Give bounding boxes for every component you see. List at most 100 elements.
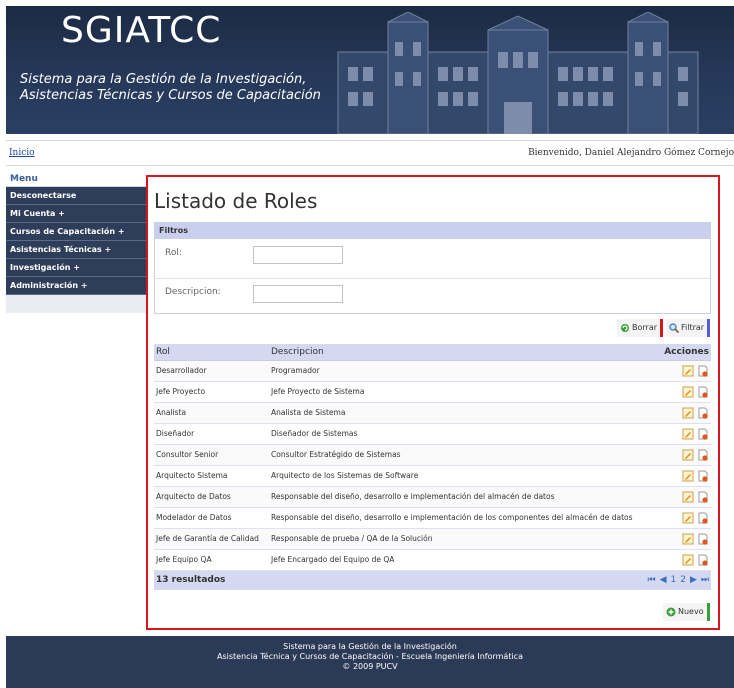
rol-label: Rol: xyxy=(165,248,182,258)
subtitle-line-2: Asistencias Técnicas y Cursos de Capacit… xyxy=(20,88,321,103)
column-header-descripcion[interactable]: Descripcion xyxy=(269,344,642,361)
delete-icon[interactable] xyxy=(697,365,709,377)
cell-rol: Modelador de Datos xyxy=(154,507,269,529)
cell-acciones xyxy=(641,423,711,445)
column-header-acciones: Acciones xyxy=(641,344,711,361)
table-header-row: Rol Descripcion Acciones xyxy=(154,344,711,361)
sidebar: Menu Desconectarse Mi Cuenta + Cursos de… xyxy=(6,172,146,313)
magnifier-icon xyxy=(669,322,679,333)
footer-line-1: Sistema para la Gestión de la Investigac… xyxy=(283,642,457,651)
site-footer: Sistema para la Gestión de la Investigac… xyxy=(6,636,734,688)
cell-acciones xyxy=(641,402,711,424)
subtitle-line-1: Sistema para la Gestión de la Investigac… xyxy=(20,72,307,87)
delete-icon[interactable] xyxy=(697,386,709,398)
breadcrumb-home-link[interactable]: Inicio xyxy=(9,148,35,158)
table-row: Desarrollador Programador xyxy=(154,360,711,382)
table-footer-row: 13 resultados ⏮ ◀ 1 2 ▶ ⏭ xyxy=(154,570,711,590)
table-body: Desarrollador Programador Jefe Proyecto Jef… xyxy=(154,360,711,571)
edit-icon[interactable] xyxy=(682,554,694,566)
cell-descripcion: Diseñador de Sistemas xyxy=(269,423,642,445)
filters-divider xyxy=(155,278,710,279)
cell-descripcion: Jefe Encargado del Equipo de QA xyxy=(269,549,642,571)
breadcrumb-bar: Inicio Bienvenido, Daniel Alejandro Góme… xyxy=(6,140,734,166)
cell-descripcion: Responsable del diseño, desarrollo e imp… xyxy=(269,507,642,529)
cell-acciones xyxy=(641,507,711,529)
new-button[interactable]: Nuevo xyxy=(663,603,710,621)
rol-filter-input[interactable] xyxy=(253,246,343,264)
clear-button[interactable]: Borrar xyxy=(617,319,664,337)
page-title: Listado de Roles xyxy=(154,189,318,213)
sidebar-item-my-account[interactable]: Mi Cuenta + xyxy=(6,205,146,223)
roles-table: Rol Descripcion Acciones Desarrollador Pr… xyxy=(154,344,711,590)
sidebar-item-research[interactable]: Investigación + xyxy=(6,259,146,277)
cell-acciones xyxy=(641,381,711,403)
clear-button-label: Borrar xyxy=(632,323,658,332)
cell-rol: Arquitecto de Datos xyxy=(154,486,269,508)
cell-descripcion: Analista de Sistema xyxy=(269,402,642,424)
cell-rol: Analista xyxy=(154,402,269,424)
site-logo: SGIATCC xyxy=(61,10,222,51)
descripcion-filter-input[interactable] xyxy=(253,285,343,303)
last-page-icon[interactable]: ⏭ xyxy=(701,575,709,585)
site-header: SGIATCC Sistema para la Gestión de la In… xyxy=(6,6,734,134)
cell-descripcion: Responsable de prueba / QA de la Solució… xyxy=(269,528,642,550)
results-count: 13 resultados xyxy=(154,570,642,590)
cell-rol: Desarrollador xyxy=(154,360,269,382)
cell-descripcion: Consultor Estratégido de Sistemas xyxy=(269,444,642,466)
table-row: Analista Analista de Sistema xyxy=(154,402,711,424)
table-row: Modelador de Datos Responsable del diseño… xyxy=(154,507,711,529)
delete-icon[interactable] xyxy=(697,533,709,545)
sidebar-item-logout[interactable]: Desconectarse xyxy=(6,187,146,205)
sidebar-item-technical-assistance[interactable]: Asistencias Técnicas + xyxy=(6,241,146,259)
delete-icon[interactable] xyxy=(697,428,709,440)
edit-icon[interactable] xyxy=(682,491,694,503)
table-row: Consultor Senior Consultor Estratégido de… xyxy=(154,444,711,466)
table-row: Jefe Equipo QA Jefe Encargado del Equipo … xyxy=(154,549,711,571)
cell-acciones xyxy=(641,360,711,382)
edit-icon[interactable] xyxy=(682,449,694,461)
edit-icon[interactable] xyxy=(682,470,694,482)
table-row: Jefe Proyecto Jefe Proyecto de Sistema xyxy=(154,381,711,403)
page-1-link[interactable]: 1 xyxy=(671,575,677,585)
site-subtitle: Sistema para la Gestión de la Investigac… xyxy=(20,72,340,104)
column-header-rol[interactable]: Rol xyxy=(154,344,269,361)
delete-icon[interactable] xyxy=(697,449,709,461)
cell-acciones xyxy=(641,465,711,487)
delete-icon[interactable] xyxy=(697,554,709,566)
edit-icon[interactable] xyxy=(682,533,694,545)
table-row: Arquitecto Sistema Arquitecto de los Sist… xyxy=(154,465,711,487)
filters-title: Filtros xyxy=(155,223,710,239)
cell-descripcion: Programador xyxy=(269,360,642,382)
footer-line-3: © 2009 PUCV xyxy=(342,662,398,671)
edit-icon[interactable] xyxy=(682,512,694,524)
cell-acciones xyxy=(641,528,711,550)
delete-icon[interactable] xyxy=(697,512,709,524)
delete-icon[interactable] xyxy=(697,407,709,419)
cell-acciones xyxy=(641,444,711,466)
main-panel: Listado de Roles Filtros Rol: Descripcio… xyxy=(146,175,720,630)
prev-page-icon[interactable]: ◀ xyxy=(660,575,667,585)
table-row: Diseñador Diseñador de Sistemas xyxy=(154,423,711,445)
sidebar-item-administration[interactable]: Administración + xyxy=(6,277,146,295)
edit-icon[interactable] xyxy=(682,428,694,440)
edit-icon[interactable] xyxy=(682,407,694,419)
delete-icon[interactable] xyxy=(697,491,709,503)
edit-icon[interactable] xyxy=(682,365,694,377)
edit-icon[interactable] xyxy=(682,386,694,398)
cell-rol: Jefe Equipo QA xyxy=(154,549,269,571)
filter-button-label: Filtrar xyxy=(681,323,705,332)
next-page-icon[interactable]: ▶ xyxy=(690,575,697,585)
cell-acciones xyxy=(641,549,711,571)
footer-line-2: Asistencia Técnica y Cursos de Capacitac… xyxy=(217,652,523,661)
sidebar-item-courses[interactable]: Cursos de Capacitación + xyxy=(6,223,146,241)
sidebar-footer xyxy=(6,295,146,313)
plus-icon xyxy=(666,607,676,616)
delete-icon[interactable] xyxy=(697,470,709,482)
filter-button[interactable]: Filtrar xyxy=(666,319,711,337)
pagination: ⏮ ◀ 1 2 ▶ ⏭ xyxy=(643,575,709,585)
cell-descripcion: Responsable del diseño, desarrollo e imp… xyxy=(269,486,642,508)
first-page-icon[interactable]: ⏮ xyxy=(647,575,655,585)
page-2-link[interactable]: 2 xyxy=(680,575,686,585)
cell-descripcion: Arquitecto de los Sistemas de Software xyxy=(269,465,642,487)
cell-rol: Arquitecto Sistema xyxy=(154,465,269,487)
